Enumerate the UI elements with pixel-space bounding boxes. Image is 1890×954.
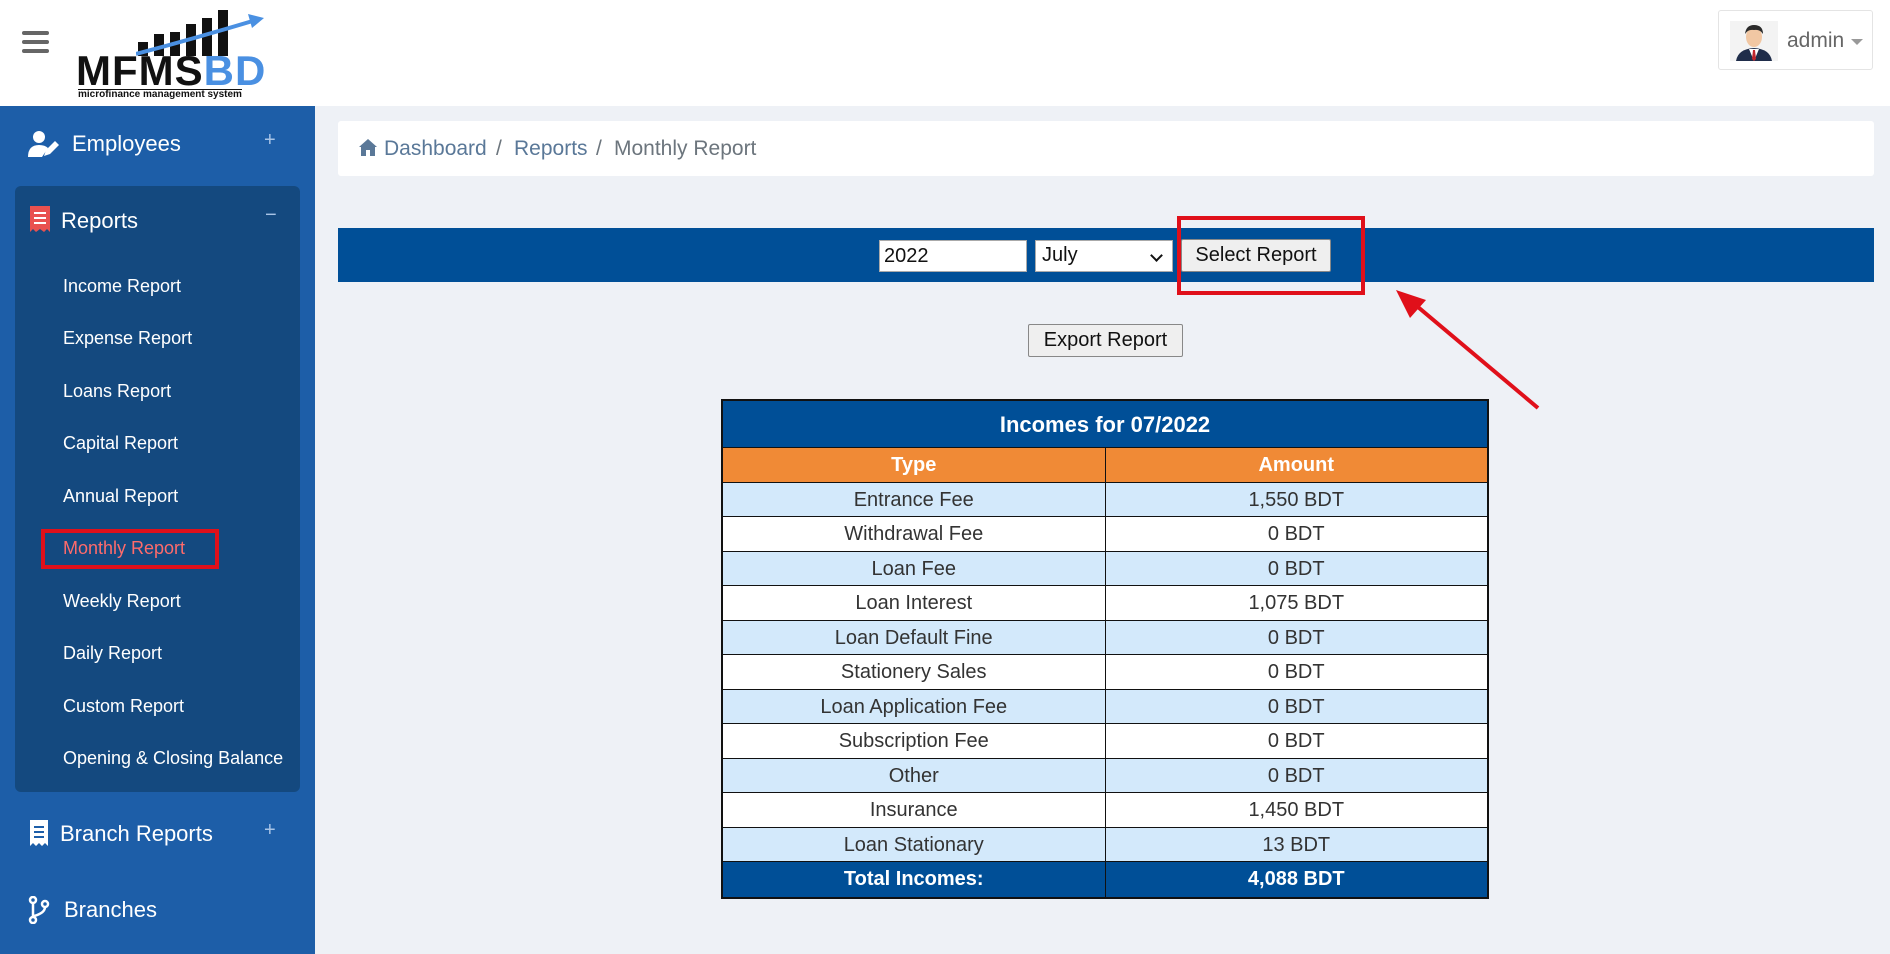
user-edit-icon — [28, 131, 59, 157]
breadcrumb-separator: / — [596, 137, 602, 160]
logo-tagline: microfinance management system — [78, 89, 242, 100]
cell-type: Loan Interest — [723, 586, 1106, 620]
avatar — [1730, 21, 1778, 61]
table-row: Loan Interest 1,075 BDT — [723, 586, 1487, 621]
table-row: Insurance 1,450 BDT — [723, 793, 1487, 828]
submenu-income-report[interactable]: Income Report — [63, 276, 181, 297]
cell-type: Stationery Sales — [723, 655, 1106, 689]
table-total-row: Total Incomes: 4,088 BDT — [723, 862, 1487, 897]
cell-amount: 1,550 BDT — [1248, 488, 1345, 511]
table-row: Stationery Sales 0 BDT — [723, 655, 1487, 690]
table-row: Other 0 BDT — [723, 758, 1487, 793]
submenu-annual-report[interactable]: Annual Report — [63, 486, 178, 507]
submenu-daily-report[interactable]: Daily Report — [63, 643, 162, 664]
month-select-value: July — [1042, 244, 1078, 266]
cell-amount: 0 BDT — [1267, 730, 1325, 752]
top-header: MFMSBD microfinance management system ad… — [0, 0, 1890, 106]
chevron-down-icon — [1851, 39, 1863, 45]
chevron-down-icon — [1150, 249, 1163, 262]
table-row: Loan Default Fine 0 BDT — [723, 620, 1487, 655]
year-input[interactable] — [879, 240, 1027, 272]
sidebar-item-label: Branches — [64, 897, 157, 922]
expand-toggle[interactable]: + — [264, 129, 276, 152]
breadcrumb-current: Monthly Report — [614, 137, 757, 160]
table-title: Incomes for 07/2022 — [723, 401, 1487, 448]
total-label: Total Incomes: — [723, 862, 1106, 897]
cell-amount: 1,075 BDT — [1248, 592, 1345, 614]
cell-type: Loan Fee — [723, 551, 1106, 585]
month-select[interactable]: July — [1035, 240, 1173, 272]
table-row: Subscription Fee 0 BDT — [723, 724, 1487, 759]
cell-type: Loan Default Fine — [723, 620, 1106, 654]
cell-amount: 0 BDT — [1267, 626, 1325, 649]
cell-amount: 0 BDT — [1267, 764, 1325, 787]
column-header-amount: Amount — [1258, 454, 1335, 476]
cell-amount: 13 BDT — [1262, 833, 1331, 856]
sidebar-item-branch-reports[interactable]: Branch Reports + — [0, 802, 315, 866]
sidebar-item-label: Branch Reports — [60, 821, 213, 846]
expand-toggle[interactable]: + — [264, 819, 276, 842]
user-name: admin — [1787, 29, 1845, 52]
cell-type: Loan Application Fee — [723, 689, 1106, 723]
table-header-row: Type Amount — [723, 448, 1487, 483]
sidebar-item-label: Reports — [61, 208, 139, 233]
cell-type: Entrance Fee — [723, 482, 1106, 516]
sidebar-item-label: Employees — [72, 131, 181, 156]
cell-amount: 0 BDT — [1267, 523, 1325, 545]
sidebar: Employees + Reports − Income Report Expe… — [0, 106, 315, 954]
hamburger-menu-icon[interactable] — [22, 31, 49, 54]
user-menu[interactable]: admin — [1718, 10, 1873, 70]
annotation-arrow-icon — [1396, 290, 1540, 410]
cell-type: Withdrawal Fee — [723, 517, 1106, 551]
breadcrumb-reports[interactable]: Reports — [514, 137, 588, 161]
submenu-expense-report[interactable]: Expense Report — [63, 328, 192, 349]
collapse-toggle[interactable]: − — [265, 204, 277, 227]
cell-amount: 0 BDT — [1267, 557, 1325, 580]
cell-type: Insurance — [723, 793, 1106, 827]
table-row: Loan Fee 0 BDT — [723, 551, 1487, 586]
logo-text: MFMSBD — [76, 47, 267, 94]
reports-submenu: Reports − Income Report Expense Report L… — [15, 186, 300, 792]
receipt-icon — [30, 820, 48, 846]
cell-type: Other — [723, 758, 1106, 792]
breadcrumb-separator: / — [496, 137, 502, 160]
table-row: Loan Application Fee 0 BDT — [723, 689, 1487, 724]
sidebar-item-branches[interactable]: Branches — [0, 878, 315, 942]
table-row: Entrance Fee 1,550 BDT — [723, 482, 1487, 517]
cell-type: Subscription Fee — [723, 724, 1106, 758]
table-row: Loan Stationary 13 BDT — [723, 827, 1487, 862]
sidebar-item-reports[interactable]: Reports − — [15, 186, 300, 252]
submenu-opening-closing-balance[interactable]: Opening & Closing Balance — [63, 748, 283, 769]
table-row: Withdrawal Fee 0 BDT — [723, 517, 1487, 552]
breadcrumb-dashboard[interactable]: Dashboard — [384, 137, 487, 161]
income-table: Incomes for 07/2022 Type Amount Entrance… — [721, 399, 1489, 899]
report-filter-bar: July Select Report — [338, 228, 1874, 282]
cell-amount: 0 BDT — [1267, 661, 1325, 683]
export-report-button[interactable]: Export Report — [1028, 324, 1183, 357]
submenu-capital-report[interactable]: Capital Report — [63, 433, 178, 454]
submenu-weekly-report[interactable]: Weekly Report — [63, 591, 181, 612]
active-item-highlight — [41, 529, 219, 569]
receipt-icon — [30, 206, 50, 232]
code-branch-icon — [28, 896, 50, 924]
submenu-custom-report[interactable]: Custom Report — [63, 696, 184, 717]
app-logo[interactable]: MFMSBD microfinance management system — [76, 4, 272, 100]
sidebar-item-employees[interactable]: Employees + — [0, 112, 315, 176]
cell-amount: 0 BDT — [1267, 695, 1325, 718]
annotation-highlight-box — [1177, 216, 1365, 295]
cell-amount: 1,450 BDT — [1248, 799, 1345, 821]
submenu-loans-report[interactable]: Loans Report — [63, 381, 171, 402]
breadcrumb: Dashboard / Reports / Monthly Report — [338, 121, 1874, 176]
column-header-type: Type — [723, 448, 1106, 482]
home-icon[interactable] — [358, 138, 378, 158]
cell-type: Loan Stationary — [723, 827, 1106, 861]
total-value: 4,088 BDT — [1247, 868, 1345, 890]
